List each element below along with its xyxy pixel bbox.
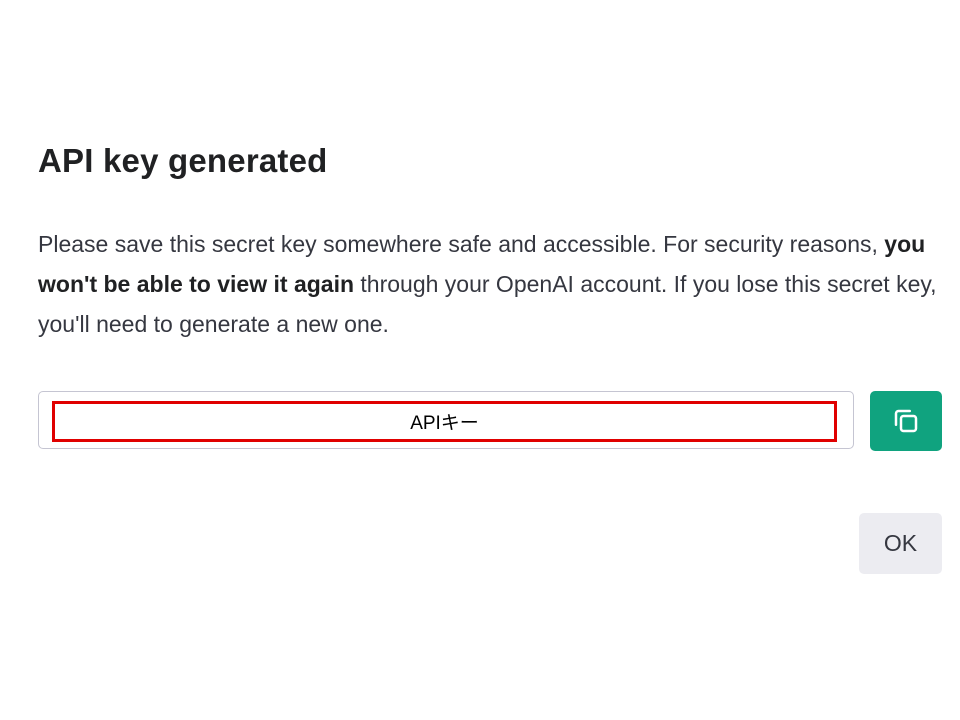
description-text-part1: Please save this secret key somewhere sa…	[38, 231, 885, 257]
dialog-description: Please save this secret key somewhere sa…	[38, 224, 938, 344]
secret-key-field[interactable]: APIキー	[38, 391, 854, 449]
key-row: APIキー	[38, 391, 942, 451]
secret-key-value[interactable]: APIキー	[410, 408, 479, 435]
api-key-dialog: API key generated Please save this secre…	[0, 0, 960, 720]
secret-key-annotation-box: APIキー	[52, 401, 837, 442]
dialog-title: API key generated	[38, 142, 328, 179]
copy-icon	[891, 406, 921, 436]
copy-key-button[interactable]	[870, 391, 942, 451]
ok-button[interactable]: OK	[859, 513, 942, 574]
